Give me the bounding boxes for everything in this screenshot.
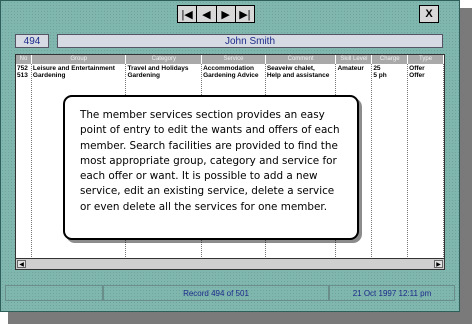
member-name-field[interactable]: John Smith [57, 34, 443, 48]
column-header-type[interactable]: Type [408, 55, 444, 64]
scroll-right-icon[interactable]: ▶ [434, 260, 443, 268]
cell-group: Gardening [32, 72, 66, 79]
close-button[interactable]: X [419, 5, 439, 23]
window-shadow-bottom [8, 312, 472, 324]
first-record-button[interactable]: |◀ [178, 6, 198, 22]
column-header-group[interactable]: Group [32, 55, 127, 64]
table-body: 752 Leisure and Entertainment Travel and… [16, 65, 444, 79]
column-divider [16, 64, 32, 257]
column-header-no[interactable]: No [16, 55, 32, 64]
table-header: No Group Category Service Comment Skill … [16, 55, 444, 64]
member-id-field[interactable]: 494 [15, 34, 49, 48]
horizontal-scrollbar[interactable]: ◀ ▶ [16, 258, 444, 269]
cell-comment: Seaveiw chalet, [266, 65, 315, 72]
table-row[interactable]: 513 Gardening Gardening Gardening Advice… [16, 72, 444, 79]
record-navigator: |◀ ◀ ▶ ▶| [177, 5, 255, 23]
status-left-panel [5, 285, 103, 301]
cell-charge: 5 ph [373, 72, 387, 79]
column-header-comment[interactable]: Comment [266, 55, 337, 64]
column-header-category[interactable]: Category [126, 55, 203, 64]
cell-group: Leisure and Entertainment [32, 65, 115, 72]
cell-no: 513 [17, 72, 28, 79]
cell-type: Offer [409, 65, 425, 72]
column-header-charge[interactable]: Charge [372, 55, 409, 64]
cell-charge: 25 [373, 65, 381, 72]
cell-service: Gardening Advice [203, 72, 259, 79]
status-bar: Record 494 of 501 21 Oct 1997 12:11 pm [5, 285, 455, 301]
record-counter: Record 494 of 501 [103, 285, 329, 301]
table-row[interactable]: 752 Leisure and Entertainment Travel and… [16, 65, 444, 72]
column-divider [372, 64, 409, 257]
column-header-service[interactable]: Service [202, 55, 266, 64]
window-shadow-right [460, 8, 472, 318]
cell-service: Accommodation [203, 65, 255, 72]
column-divider [408, 64, 444, 257]
date-time: 21 Oct 1997 12:11 pm [329, 285, 455, 301]
cell-skill-level: Amateur [337, 65, 364, 72]
cell-comment: Help and assistance [266, 72, 330, 79]
help-callout: The member services section provides an … [63, 95, 359, 240]
cell-skill-level [336, 72, 372, 79]
previous-record-button[interactable]: ◀ [197, 6, 217, 22]
last-record-button[interactable]: ▶| [235, 6, 254, 22]
column-header-skill-level[interactable]: Skill Level [336, 55, 373, 64]
scroll-left-icon[interactable]: ◀ [17, 260, 26, 268]
cell-category: Travel and Holidays [127, 65, 189, 72]
cell-no: 752 [17, 65, 28, 72]
next-record-button[interactable]: ▶ [216, 6, 236, 22]
cell-type: Offer [409, 72, 425, 79]
cell-category: Gardening [127, 72, 160, 79]
